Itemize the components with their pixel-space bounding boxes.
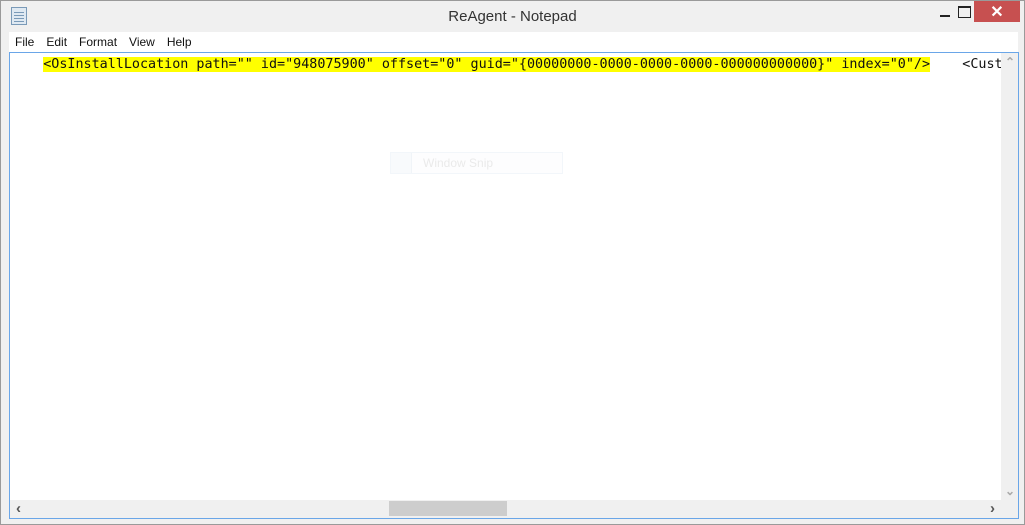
menu-help[interactable]: Help [161,32,198,52]
scroll-left-icon[interactable]: ‹ [16,500,21,517]
notepad-window: ReAgent - Notepad ✕ File Edit Format Vie… [0,0,1025,525]
text-line[interactable]: <OsInstallLocation path="" id="948075900… [11,57,1003,72]
trailing-text: <Cust [930,57,1003,72]
snip-label: Window Snip [423,156,494,170]
scroll-right-icon[interactable]: › [990,500,995,517]
menu-bar: File Edit Format View Help [9,32,1018,52]
window-title: ReAgent - Notepad [448,8,577,25]
highlighted-text: <OsInstallLocation path="" id="948075900… [43,57,931,72]
menu-view[interactable]: View [123,32,161,52]
scroll-down-icon[interactable]: ⌄ [1005,484,1015,498]
horizontal-scroll-thumb[interactable] [389,501,507,516]
text-editor[interactable]: <OsInstallLocation path="" id="948075900… [9,52,1019,519]
vertical-scrollbar[interactable]: ⌃ ⌄ [1001,53,1018,500]
resize-grip-icon[interactable] [1001,500,1018,518]
menu-file[interactable]: File [9,32,40,52]
horizontal-scrollbar[interactable]: ‹ › [10,500,1001,518]
menu-format[interactable]: Format [73,32,123,52]
menu-edit[interactable]: Edit [40,32,73,52]
snip-icon [391,153,412,173]
scroll-up-icon[interactable]: ⌃ [1005,55,1015,69]
title-bar[interactable]: ReAgent - Notepad ✕ [1,1,1024,31]
close-button[interactable]: ✕ [974,1,1020,22]
window-snip-overlay: Window Snip [390,152,563,174]
